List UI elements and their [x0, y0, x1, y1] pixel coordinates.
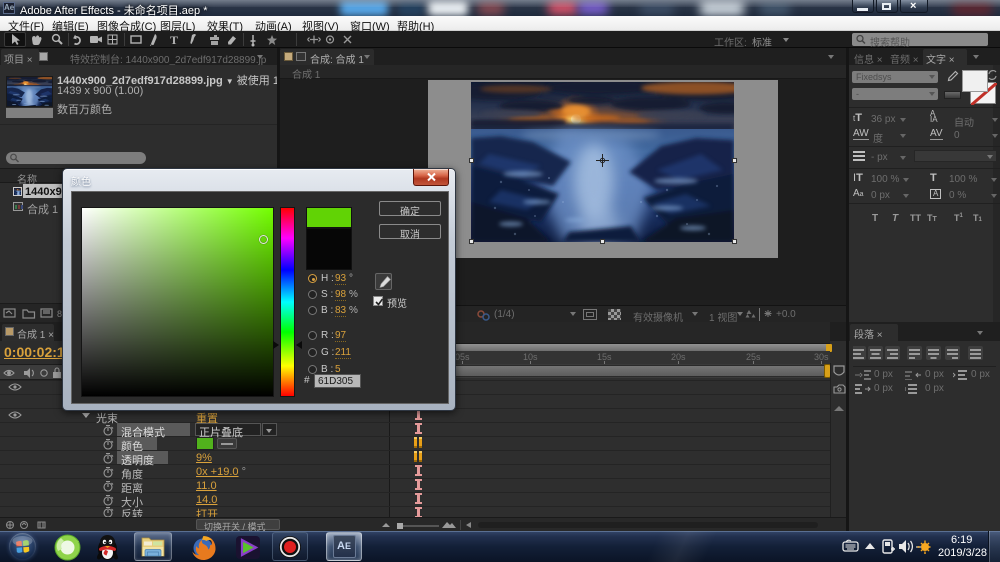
svg-text:T: T: [170, 33, 178, 47]
